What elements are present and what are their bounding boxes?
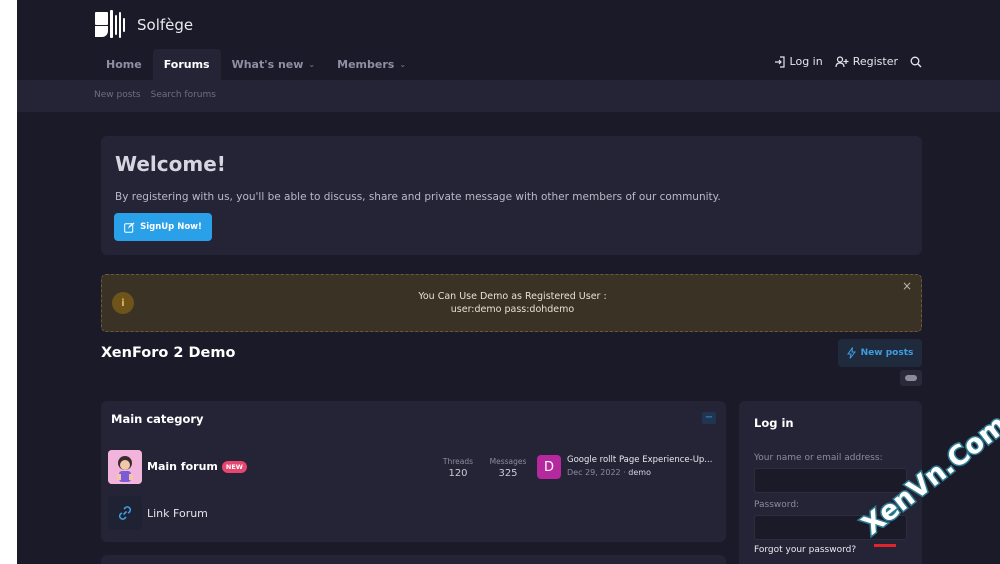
login-title: Log in [754, 416, 794, 430]
password-input[interactable] [754, 515, 907, 540]
tab-home-label: Home [106, 58, 142, 71]
tab-whats-new[interactable]: What's new ⌄ [221, 49, 327, 80]
solfege-logo-icon [95, 10, 131, 40]
category-title[interactable]: Main category [111, 412, 204, 426]
collapse-icon[interactable]: − [702, 412, 716, 424]
bolt-icon [846, 347, 856, 359]
new-badge: NEW [221, 460, 247, 473]
site-name: Solfège [137, 16, 194, 34]
threads-label: Threads [442, 457, 474, 466]
last-post-avatar[interactable]: D [537, 455, 561, 479]
search-button[interactable] [910, 56, 922, 68]
chevron-down-icon: ⌄ [399, 60, 407, 69]
username-label: Your name or email address: [754, 453, 883, 463]
page-title: XenForo 2 Demo [101, 345, 236, 361]
chevron-down-icon: ⌄ [308, 60, 316, 69]
forum-title: Main forum NEW [147, 460, 247, 473]
threads-stat: Threads 120 [436, 457, 480, 479]
forum-row[interactable]: Main forum NEW Threads 120 Messages 325 … [108, 447, 718, 487]
login-icon [774, 55, 785, 68]
login-link[interactable]: Log in [774, 55, 823, 68]
forum-name[interactable]: Link Forum [147, 507, 208, 520]
account-actions: Log in Register [774, 55, 922, 68]
welcome-panel: Welcome! By registering with us, you'll … [101, 136, 922, 255]
add-user-icon [835, 55, 849, 67]
login-panel: Log in Your name or email address: Passw… [739, 401, 922, 564]
category-block-next [101, 555, 726, 564]
category-block: Main category − Main forum NEW Threads 1… [101, 401, 726, 542]
login-label: Log in [789, 55, 823, 68]
register-link[interactable]: Register [835, 55, 898, 68]
tab-members[interactable]: Members ⌄ [326, 49, 417, 80]
messages-stat: Messages 325 [486, 457, 530, 479]
tab-forums[interactable]: Forums [152, 49, 221, 80]
forgot-password-link[interactable]: Forgot your password? [754, 545, 856, 555]
threads-count: 120 [448, 468, 468, 479]
tab-forums-label: Forums [163, 58, 210, 71]
subnav-search-forums[interactable]: Search forums [151, 90, 216, 100]
messages-label: Messages [489, 457, 527, 466]
close-icon[interactable]: × [902, 279, 912, 293]
password-label: Password: [754, 500, 800, 510]
forum-row[interactable]: Link Forum [108, 493, 718, 533]
notice-line-2: user:demo pass:dohdemo [450, 304, 575, 315]
search-icon [910, 56, 922, 67]
link-icon [108, 496, 142, 530]
forum-name[interactable]: Main forum [147, 460, 218, 473]
new-posts-label: New posts [860, 348, 914, 358]
sub-nav: New posts Search forums [17, 80, 1000, 112]
signup-label: SignUp Now! [140, 222, 202, 232]
last-post-title[interactable]: Google rollt Page Experience-Up... [567, 455, 717, 465]
forum-title: Link Forum [147, 507, 208, 520]
demo-notice: i You Can Use Demo as Registered User : … [101, 274, 922, 332]
subnav-new-posts[interactable]: New posts [94, 90, 141, 100]
app-frame: Solfège Home Forums What's new ⌄ Members ⌄… [17, 0, 1000, 564]
site-logo[interactable]: Solfège [95, 10, 193, 40]
last-post-user[interactable]: demo [628, 468, 651, 477]
notice-line-1: You Can Use Demo as Registered User : [418, 291, 607, 302]
edit-icon [124, 222, 135, 233]
welcome-text: By registering with us, you'll be able t… [115, 191, 721, 203]
welcome-title: Welcome! [115, 152, 226, 176]
username-input[interactable] [754, 468, 907, 493]
last-post-date: Dec 29, 2022 · [567, 468, 629, 477]
forum-avatar [108, 450, 142, 484]
tab-home[interactable]: Home [95, 49, 153, 80]
messages-count: 325 [498, 468, 518, 479]
tab-members-label: Members [337, 58, 395, 71]
header: Solfège Home Forums What's new ⌄ Members ⌄… [17, 0, 1000, 80]
new-posts-button[interactable]: New posts [838, 339, 922, 367]
register-label: Register [852, 55, 898, 68]
last-post-meta: Dec 29, 2022 · demo [567, 468, 651, 477]
tab-whats-new-label: What's new [231, 58, 304, 71]
toggle-icon [905, 375, 917, 381]
main-nav: Home Forums What's new ⌄ Members ⌄ [95, 49, 417, 80]
signup-button[interactable]: SignUp Now! [114, 213, 212, 241]
toggle-width-button[interactable] [900, 370, 922, 386]
